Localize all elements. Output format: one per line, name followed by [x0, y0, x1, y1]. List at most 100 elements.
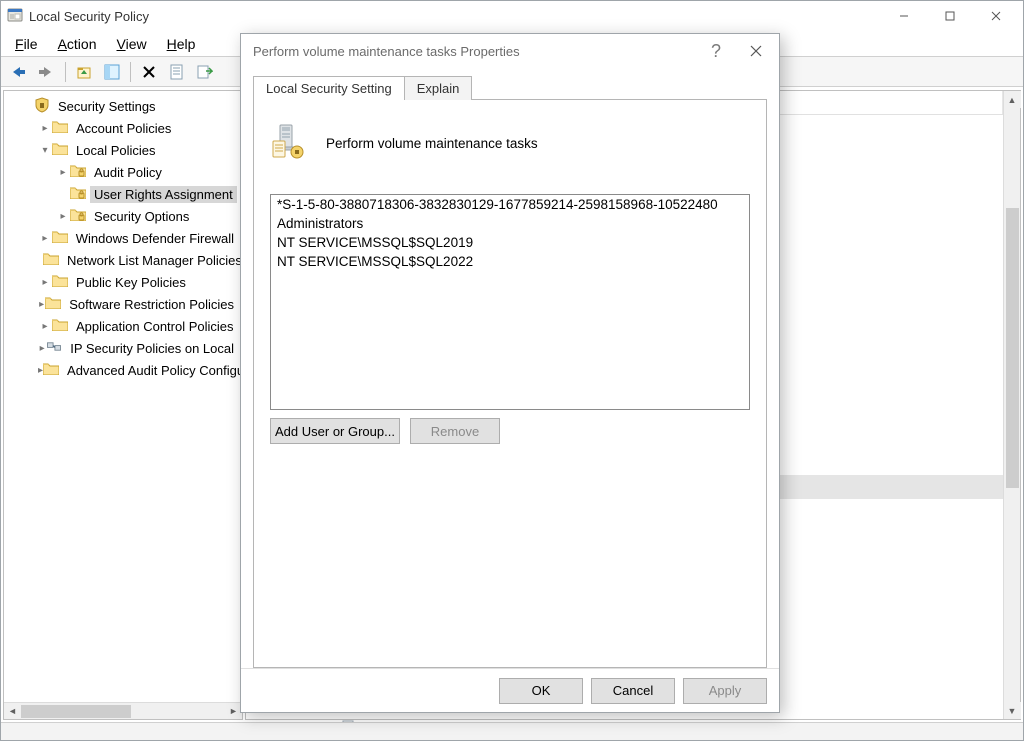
- tab-panel: Perform volume maintenance tasks *S-1-5-…: [253, 100, 767, 668]
- folder-icon: [52, 120, 72, 136]
- tree-item-label: Network List Manager Policies: [63, 252, 243, 269]
- tree-item-label: Advanced Audit Policy Configuration: [63, 362, 243, 379]
- cancel-button[interactable]: Cancel: [591, 678, 675, 704]
- policy-name: Perform volume maintenance tasks: [326, 136, 538, 151]
- chevron-right-icon[interactable]: ▸: [56, 167, 70, 178]
- back-button[interactable]: [7, 60, 31, 84]
- tree-item-label: Local Policies: [72, 142, 160, 159]
- ipsec-icon: [46, 340, 66, 356]
- remove-user-button[interactable]: Remove: [410, 418, 500, 444]
- tree-item[interactable]: ▸ Public Key Policies: [6, 271, 242, 293]
- list-vscrollbar[interactable]: ▲ ▼: [1003, 91, 1020, 719]
- folder-icon: [52, 230, 72, 246]
- folder-icon: [52, 318, 72, 334]
- menu-action[interactable]: Action: [48, 34, 107, 54]
- tree-item[interactable]: ▸User Rights Assignment: [6, 183, 242, 205]
- chevron-right-icon[interactable]: ▸: [38, 123, 52, 134]
- delete-button[interactable]: [137, 60, 161, 84]
- chevron-right-icon[interactable]: ▸: [38, 277, 52, 288]
- main-titlebar: Local Security Policy: [1, 1, 1023, 31]
- tree-item-label: Security Options: [90, 208, 193, 225]
- tree-item-label: Audit Policy: [90, 164, 166, 181]
- tree-item[interactable]: ▸ Security Options: [6, 205, 242, 227]
- tree-item[interactable]: ▸ Audit Policy: [6, 161, 242, 183]
- scroll-thumb[interactable]: [21, 705, 131, 718]
- tree-pane[interactable]: ► Security Settings ▸ Account Policies ▾ Lo…: [3, 90, 243, 720]
- add-user-button[interactable]: Add User or Group...: [270, 418, 400, 444]
- window-controls: [881, 1, 1019, 31]
- app-icon: [7, 7, 23, 26]
- tree-item[interactable]: ▸Advanced Audit Policy Configuration: [6, 359, 242, 381]
- folder-icon: [52, 274, 72, 290]
- folder-lock-icon: [70, 164, 90, 180]
- user-entry[interactable]: *S-1-5-80-3880718306-3832830129-16778592…: [271, 195, 749, 214]
- menu-file[interactable]: File: [5, 34, 48, 54]
- tree-item-label: User Rights Assignment: [90, 186, 237, 203]
- tree-root[interactable]: ► Security Settings: [6, 95, 242, 117]
- close-button[interactable]: [973, 1, 1019, 31]
- scroll-thumb[interactable]: [1006, 208, 1019, 488]
- tree-root-label: Security Settings: [54, 98, 160, 115]
- tree-item[interactable]: ▸Network List Manager Policies: [6, 249, 242, 271]
- dialog-footer: OK Cancel Apply: [241, 668, 779, 712]
- folder-icon: [52, 142, 72, 158]
- tab-explain[interactable]: Explain: [404, 76, 473, 100]
- maximize-button[interactable]: [927, 1, 973, 31]
- properties-button[interactable]: [165, 60, 189, 84]
- folder-lock-icon: [70, 208, 90, 224]
- dialog-close-button[interactable]: [739, 38, 773, 64]
- properties-dialog: Perform volume maintenance tasks Propert…: [240, 33, 780, 713]
- scroll-up-icon[interactable]: ▲: [1004, 91, 1021, 108]
- user-entry[interactable]: Administrators: [271, 214, 749, 233]
- dialog-titlebar: Perform volume maintenance tasks Propert…: [241, 34, 779, 68]
- tree: ► Security Settings ▸ Account Policies ▾ Lo…: [4, 91, 242, 385]
- minimize-button[interactable]: [881, 1, 927, 31]
- user-entry[interactable]: NT SERVICE\MSSQL$SQL2022: [271, 252, 749, 271]
- chevron-right-icon[interactable]: ▸: [38, 321, 52, 332]
- apply-button[interactable]: Apply: [683, 678, 767, 704]
- user-entry[interactable]: NT SERVICE\MSSQL$SQL2019: [271, 233, 749, 252]
- tree-item[interactable]: ▸ IP Security Policies on Local: [6, 337, 242, 359]
- scroll-down-icon[interactable]: ▼: [1004, 702, 1021, 719]
- tree-item-label: Windows Defender Firewall: [72, 230, 238, 247]
- menu-view[interactable]: View: [107, 34, 157, 54]
- chevron-right-icon[interactable]: ▸: [56, 211, 70, 222]
- tree-item-label: Application Control Policies: [72, 318, 238, 335]
- user-buttons: Add User or Group... Remove: [270, 418, 750, 444]
- tree-item[interactable]: ▾ Local Policies: [6, 139, 242, 161]
- folder-icon: [43, 252, 63, 268]
- tree-item[interactable]: ▸ Software Restriction Policies: [6, 293, 242, 315]
- status-bar: [1, 722, 1023, 740]
- folder-icon: [43, 362, 63, 378]
- tree-item-label: Software Restriction Policies: [65, 296, 238, 313]
- show-hide-tree-button[interactable]: [100, 60, 124, 84]
- help-button[interactable]: ?: [705, 41, 727, 62]
- up-button[interactable]: [72, 60, 96, 84]
- tree-item-label: Public Key Policies: [72, 274, 190, 291]
- dialog-body: Local Security Setting Explain: [241, 68, 779, 668]
- menu-help[interactable]: Help: [157, 34, 206, 54]
- dialog-title: Perform volume maintenance tasks Propert…: [253, 44, 520, 59]
- chevron-right-icon[interactable]: ▸: [38, 233, 52, 244]
- policy-header: Perform volume maintenance tasks: [270, 118, 750, 168]
- tree-item-label: IP Security Policies on Local: [66, 340, 238, 357]
- tree-item[interactable]: ▸ Windows Defender Firewall: [6, 227, 242, 249]
- ok-button[interactable]: OK: [499, 678, 583, 704]
- tree-hscrollbar[interactable]: ◄ ►: [4, 702, 242, 719]
- export-button[interactable]: [193, 60, 217, 84]
- chevron-down-icon[interactable]: ▾: [38, 145, 52, 156]
- shield-icon: [34, 97, 54, 116]
- forward-button[interactable]: [35, 60, 59, 84]
- tab-local-security-setting[interactable]: Local Security Setting: [253, 76, 405, 100]
- tabstrip: Local Security Setting Explain: [253, 74, 767, 100]
- chevron-right-icon[interactable]: ▸: [38, 299, 45, 310]
- tree-item[interactable]: ▸ Account Policies: [6, 117, 242, 139]
- policy-icon: [270, 121, 312, 166]
- folder-icon: [45, 296, 65, 312]
- scroll-left-icon[interactable]: ◄: [4, 703, 21, 720]
- tree-item-label: Account Policies: [72, 120, 175, 137]
- chevron-right-icon[interactable]: ▸: [38, 343, 46, 354]
- users-listbox[interactable]: *S-1-5-80-3880718306-3832830129-16778592…: [270, 194, 750, 410]
- tree-item[interactable]: ▸ Application Control Policies: [6, 315, 242, 337]
- window-title: Local Security Policy: [29, 9, 149, 24]
